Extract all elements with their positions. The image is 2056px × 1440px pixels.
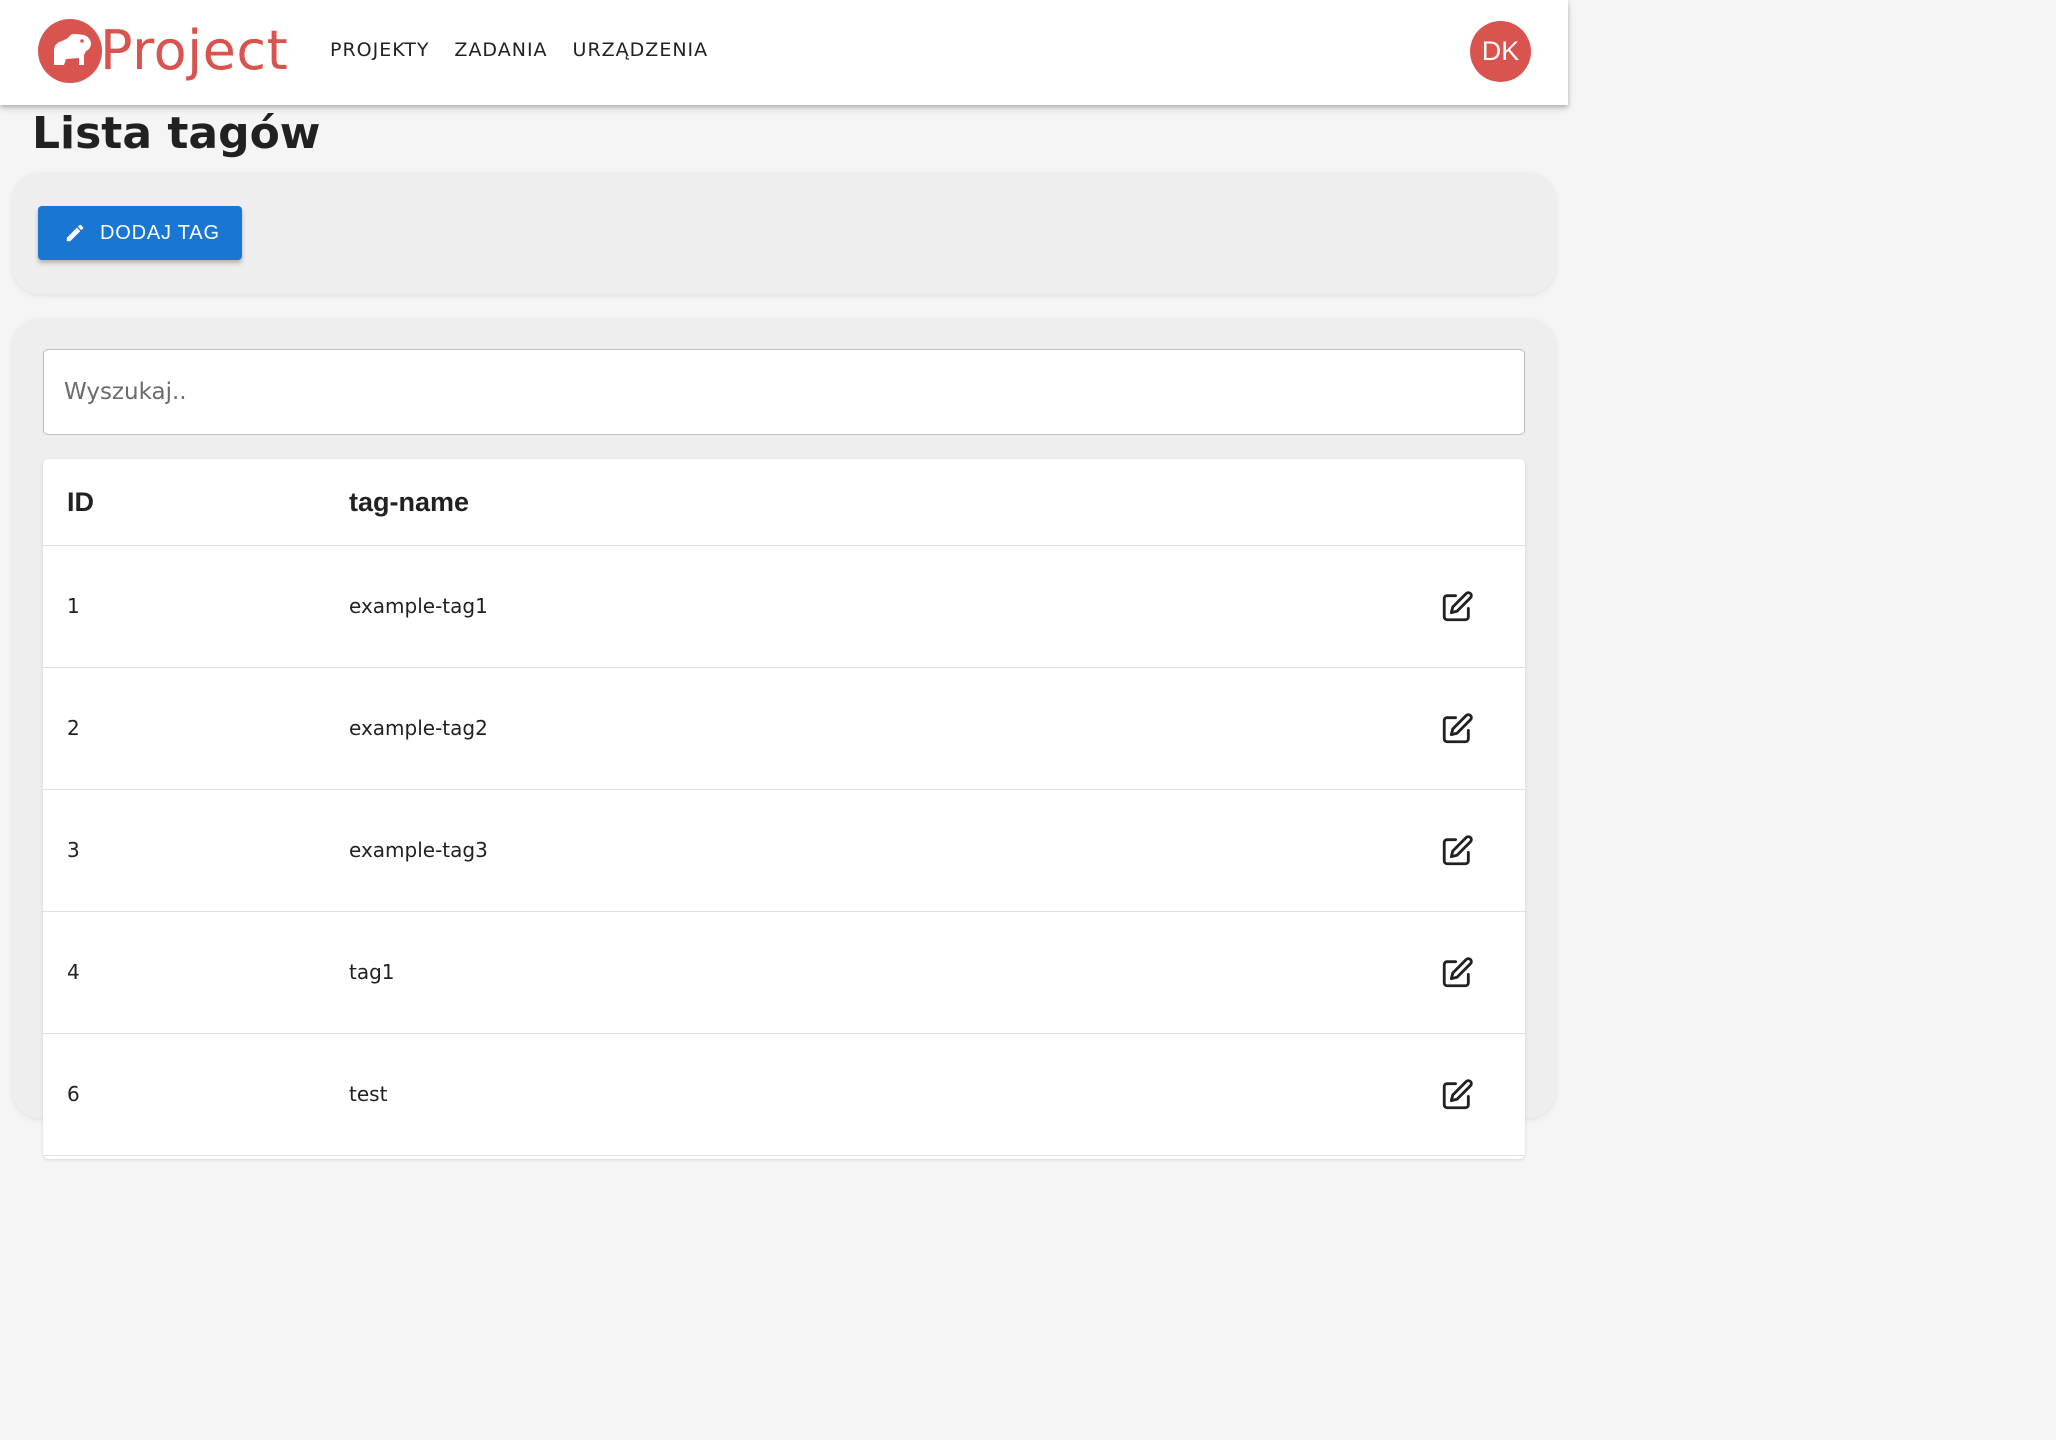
app-logo[interactable]: Project: [38, 18, 288, 84]
edit-icon: [1442, 835, 1473, 866]
actions-panel: [12, 172, 1556, 294]
nav-item-zadania[interactable]: ZADANIA: [454, 36, 547, 64]
edit-icon: [1442, 1079, 1473, 1110]
main-nav: PROJEKTY ZADANIA URZĄDZENIA: [330, 36, 733, 64]
edit-button[interactable]: [1440, 1078, 1474, 1112]
table-row: 4 tag1: [43, 912, 1525, 1034]
cell-tag-name: example-tag2: [349, 716, 488, 740]
edit-button[interactable]: [1440, 712, 1474, 746]
cell-tag-name: tag1: [349, 960, 395, 984]
edit-button[interactable]: [1440, 956, 1474, 990]
edit-icon: [1442, 591, 1473, 622]
edit-button[interactable]: [1440, 834, 1474, 868]
table-row: 6 test: [43, 1034, 1525, 1156]
edit-icon: [1442, 713, 1473, 744]
table-row: 2 example-tag2: [43, 668, 1525, 790]
table-row: 1 example-tag1: [43, 546, 1525, 668]
table-row: 3 example-tag3: [43, 790, 1525, 912]
column-header-id: ID: [67, 487, 94, 517]
user-avatar[interactable]: DK: [1470, 21, 1531, 82]
cell-id: 3: [67, 838, 80, 862]
cell-id: 6: [67, 1082, 80, 1106]
tags-table: ID tag-name 1 example-tag1 2 example-tag…: [43, 459, 1525, 1159]
add-tag-button-label: DODAJ TAG: [100, 221, 220, 244]
cell-id: 4: [67, 960, 80, 984]
pencil-icon: [66, 224, 84, 242]
capybara-logo-icon: [38, 19, 102, 83]
cell-id: 1: [67, 594, 80, 618]
app-bar: Project PROJEKTY ZADANIA URZĄDZENIA DK: [0, 0, 1568, 105]
add-tag-button[interactable]: DODAJ TAG: [38, 206, 242, 260]
app-logo-text: Project: [100, 19, 289, 82]
cell-tag-name: test: [349, 1082, 388, 1106]
cell-id: 2: [67, 716, 80, 740]
cell-tag-name: example-tag3: [349, 838, 488, 862]
page-title: Lista tagów: [32, 108, 321, 159]
edit-icon: [1442, 957, 1473, 988]
search-input[interactable]: [43, 349, 1525, 435]
table-header: ID tag-name: [43, 459, 1525, 546]
cell-tag-name: example-tag1: [349, 594, 488, 618]
nav-item-urzadzenia[interactable]: URZĄDZENIA: [573, 36, 709, 64]
column-header-tag-name: tag-name: [349, 487, 470, 517]
edit-button[interactable]: [1440, 590, 1474, 624]
nav-item-projekty[interactable]: PROJEKTY: [330, 36, 429, 64]
